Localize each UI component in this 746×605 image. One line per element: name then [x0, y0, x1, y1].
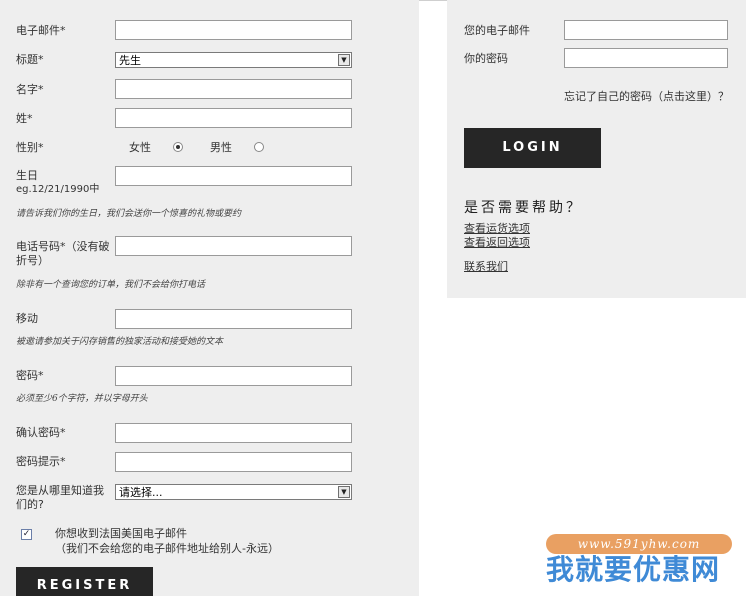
source-label-line2: 们的? [16, 498, 44, 511]
newsletter-label-line1: 你想收到法国美国电子邮件 [55, 527, 187, 540]
gender-female-label: 女性 [129, 141, 151, 154]
email-label: 电子邮件* [16, 24, 66, 37]
confirm-password-label: 确认密码* [16, 426, 66, 439]
login-panel: 您的电子邮件 你的密码 忘记了自己的密码（点击这里）？ LOGIN 是否需要帮助… [447, 0, 746, 298]
birthday-label: 生日 [16, 169, 38, 182]
firstname-field[interactable] [115, 79, 352, 99]
gender-label: 性别* [16, 141, 44, 154]
title-select[interactable]: 先生 ▼ [115, 52, 352, 68]
title-select-value: 先生 [119, 54, 141, 67]
confirm-password-field[interactable] [115, 423, 352, 443]
gender-female-radio[interactable] [173, 142, 183, 152]
help-title: 是否需要帮助？ [464, 200, 583, 216]
password-reminder-field[interactable] [115, 452, 352, 472]
watermark-url: www.591yhw.com [546, 534, 732, 554]
register-button[interactable]: REGISTER [16, 567, 153, 596]
lastname-label: 姓* [16, 112, 33, 125]
phone-hint: 除非有一个查询您的订单，我们不会给你打电话 [16, 280, 206, 290]
email-field[interactable] [115, 20, 352, 40]
newsletter-checkbox[interactable]: ✓ [21, 529, 32, 540]
return-options-link[interactable]: 查看返回选项 [464, 234, 530, 250]
mobile-field[interactable] [115, 309, 352, 329]
password-label: 密码* [16, 369, 44, 382]
newsletter-label-line2: （我们不会给您的电子邮件地址给别人-永远） [55, 542, 279, 555]
password-field[interactable] [115, 366, 352, 386]
firstname-label: 名字* [16, 83, 44, 96]
phone-label-line2: 折号） [16, 254, 49, 267]
login-button[interactable]: LOGIN [464, 128, 601, 168]
chevron-down-icon[interactable]: ▼ [338, 54, 350, 66]
birthday-field[interactable] [115, 166, 352, 186]
forgot-password-link[interactable]: 忘记了自己的密码（点击这里）？ [564, 88, 729, 104]
password-reminder-label: 密码提示* [16, 455, 66, 468]
gender-male-label: 男性 [210, 141, 232, 154]
title-label: 标题* [16, 53, 44, 66]
password-hint: 必须至少6个字符，并以字母开头 [16, 394, 148, 404]
phone-label-line1: 电话号码*（没有破 [16, 240, 110, 253]
gender-male-radio[interactable] [254, 142, 264, 152]
phone-field[interactable] [115, 236, 352, 256]
login-password-label: 你的密码 [464, 52, 508, 65]
birthday-example: eg.12/21/1990中 [16, 184, 100, 195]
login-email-label: 您的电子邮件 [464, 24, 530, 37]
login-password-field[interactable] [564, 48, 728, 68]
source-select-value: 请选择... [119, 486, 163, 499]
source-label-line1: 您是从哪里知道我 [16, 484, 104, 497]
login-email-field[interactable] [564, 20, 728, 40]
mobile-hint: 被邀请参加关于闪存销售的独家活动和接受她的文本 [16, 337, 224, 347]
contact-us-link[interactable]: 联系我们 [464, 258, 508, 274]
chevron-down-icon[interactable]: ▼ [338, 486, 350, 498]
registration-panel: 电子邮件* 标题* 先生 ▼ 名字* 姓* 性别* 女性 男性 生日 eg.12… [0, 0, 419, 596]
lastname-field[interactable] [115, 108, 352, 128]
watermark-logo: 我就要优惠网 [546, 553, 721, 586]
mobile-label: 移动 [16, 312, 38, 325]
birthday-hint: 请告诉我们你的生日，我们会送你一个惊喜的礼物或要约 [16, 209, 242, 219]
source-select[interactable]: 请选择... ▼ [115, 484, 352, 500]
